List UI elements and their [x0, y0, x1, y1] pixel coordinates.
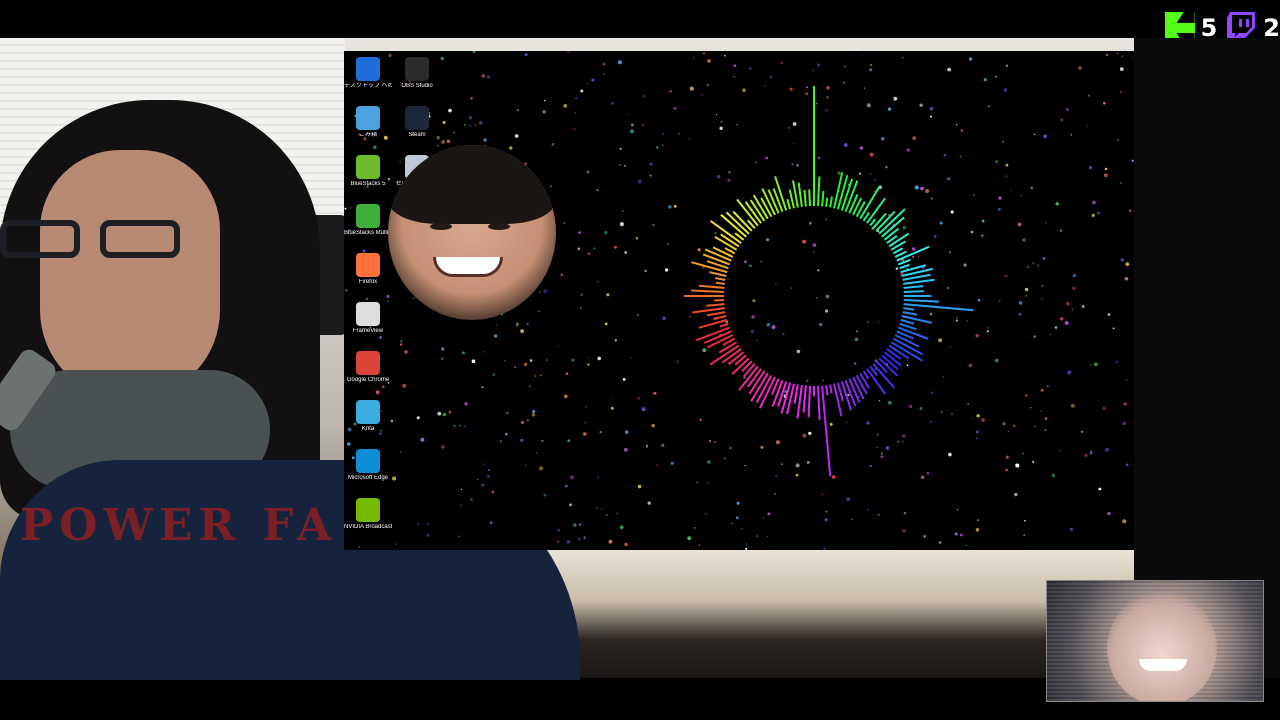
desktop-icon-label: Krita	[361, 426, 375, 432]
desktop-icon-frameview[interactable]: FrameView	[344, 302, 392, 335]
desktop-icon-bluestacks[interactable]: BlueStacks 5	[344, 155, 392, 188]
frameview-icon	[356, 302, 380, 326]
pip-face	[1107, 591, 1217, 701]
onedrive-icon	[356, 57, 380, 81]
desktop-icon-label: FrameView	[352, 328, 384, 334]
desktop-icon-recycle-bin[interactable]: ごみ箱	[344, 106, 392, 139]
firefox-icon	[356, 253, 380, 277]
steam-icon	[405, 106, 429, 130]
krita-icon	[356, 400, 380, 424]
desktop-icon-label: デスクトップ へのショートカット (OneDri...	[344, 83, 392, 89]
desktop-icon-label: NVIDIA Broadcast	[344, 524, 392, 530]
chrome-icon	[356, 351, 380, 375]
desktop-icon-label: ごみ箱	[358, 132, 377, 138]
desktop-icon-steam[interactable]: Steam	[393, 106, 441, 139]
desktop-icon-label: BlueStacks Multi-Instan...	[344, 230, 392, 236]
desktop-icon-bluestacks-multi[interactable]: BlueStacks Multi-Instan...	[344, 204, 392, 237]
streamer-glasses	[0, 220, 190, 260]
desktop-icon-label: BlueStacks 5	[350, 181, 386, 187]
desktop-icon-edge[interactable]: Microsoft Edge	[344, 449, 392, 482]
bluestacks-multi-icon	[356, 204, 380, 228]
desktop-icon-chrome[interactable]: Google Chrome	[344, 351, 392, 384]
nvidia-broadcast-icon	[356, 498, 380, 522]
pip-smile	[1139, 659, 1187, 671]
desktop-icon-label: OBS Studio	[401, 83, 433, 89]
top-bar	[0, 0, 1280, 38]
desktop-icon-obs[interactable]: OBS Studio	[393, 57, 441, 90]
visualizer-avatar	[388, 145, 556, 320]
desktop-icon-onedrive[interactable]: デスクトップ へのショートカット (OneDri...	[344, 57, 392, 90]
streamer-face	[40, 150, 220, 400]
desktop-icon-label: Steam	[408, 132, 426, 138]
desktop-icon-nvidia-broadcast[interactable]: NVIDIA Broadcast	[344, 498, 392, 531]
obs-icon	[405, 57, 429, 81]
bluestacks-icon	[356, 155, 380, 179]
desktop-icon-krita[interactable]: Krita	[344, 400, 392, 433]
desktop-icon-firefox[interactable]: Firefox	[344, 253, 392, 286]
desktop-icon-label: Microsoft Edge	[347, 475, 389, 481]
desktop-icon-label: Google Chrome	[346, 377, 390, 383]
sweater-print: POWER FA	[20, 500, 338, 551]
desktop-icon-label: Firefox	[358, 279, 378, 285]
pip-webcam	[1046, 580, 1264, 702]
edge-icon	[356, 449, 380, 473]
recycle-bin-icon	[356, 106, 380, 130]
audio-visualizer	[684, 86, 974, 476]
